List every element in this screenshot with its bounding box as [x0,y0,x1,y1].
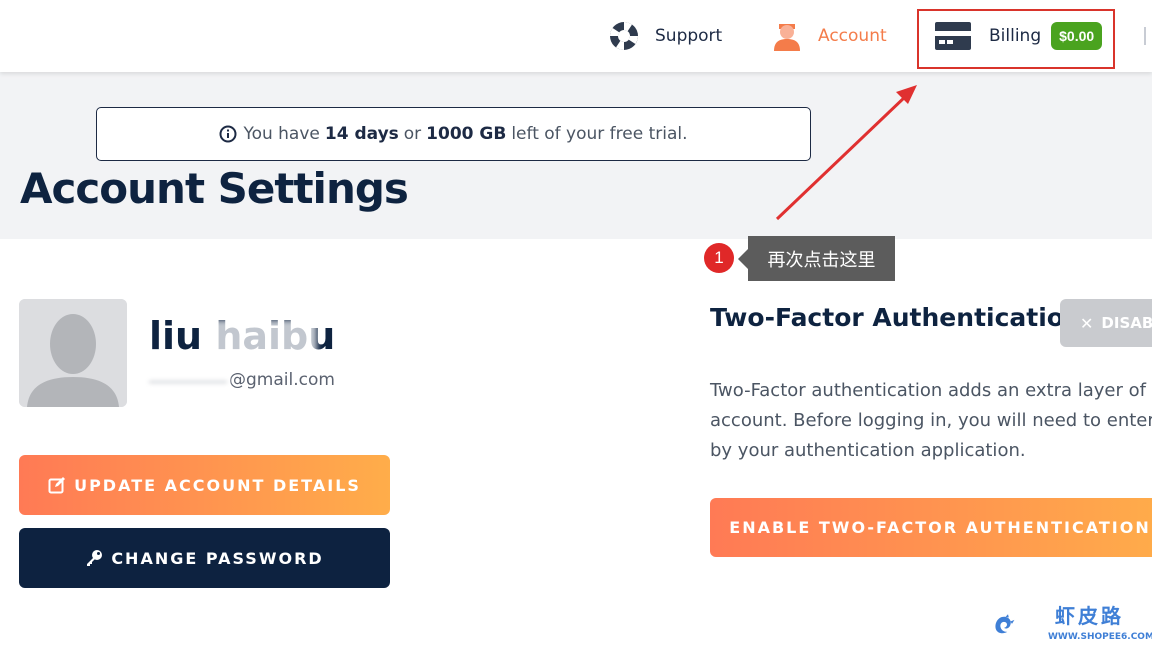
email-redaction [149,371,229,391]
nav-support-label: Support [655,26,723,46]
update-account-label: UPDATE ACCOUNT DETAILS [74,475,361,495]
nav-account-label: Account [818,26,887,46]
annotation-tooltip: 再次点击这里 [738,236,895,281]
change-password-label: CHANGE PASSWORD [111,548,324,568]
trial-banner: You have 14 days or 1000 GB left of your… [96,107,811,161]
top-navigation: Support Account Billing $0.00 [0,0,1152,72]
disable-label: DISABLE [1101,314,1152,332]
trial-data: 1000 GB [426,124,507,144]
edit-icon [48,477,66,494]
change-password-button[interactable]: CHANGE PASSWORD [19,528,390,588]
two-factor-title: Two-Factor Authentication [710,303,1082,332]
watermark-url: WWW.SHOPEE6.COM [1048,632,1152,642]
two-factor-description: Two-Factor authentication adds an extra … [710,376,1152,466]
avatar [19,299,127,407]
info-icon [219,125,237,143]
two-factor-description-line: account. Before logging in, you will nee… [710,410,1152,431]
trial-connector: or [403,124,422,144]
page-title: Account Settings [20,164,409,213]
nav-support[interactable]: Support [608,18,722,54]
trial-prefix: You have [243,124,320,144]
nav-account[interactable]: Account [771,18,887,54]
two-factor-description-line: by your authentication application. [710,440,1026,461]
two-factor-description-line: Two-Factor authentication adds an extra … [710,380,1152,401]
lifebuoy-icon [610,22,638,50]
key-icon [87,550,103,566]
update-account-button[interactable]: UPDATE ACCOUNT DETAILS [19,455,390,515]
trial-days: 14 days [324,124,399,144]
watermark-text: 虾皮路 [1055,604,1124,628]
user-icon [774,24,800,51]
dragon-logo-icon [995,614,1015,634]
person-silhouette-icon [19,299,127,407]
step-number-badge: 1 [704,243,734,273]
name-redaction [205,320,317,356]
user-email-domain: @gmail.com [229,370,335,390]
trial-suffix: left of your free trial. [511,124,688,144]
nav-divider [1144,27,1146,45]
disable-two-factor-button[interactable]: ✕ DISABLE [1060,299,1152,347]
enable-two-factor-button[interactable]: ENABLE TWO-FACTOR AUTHENTICATION [710,498,1152,557]
billing-highlight-box [917,9,1115,69]
enable-two-factor-label: ENABLE TWO-FACTOR AUTHENTICATION [729,518,1151,537]
close-icon: ✕ [1080,313,1094,333]
